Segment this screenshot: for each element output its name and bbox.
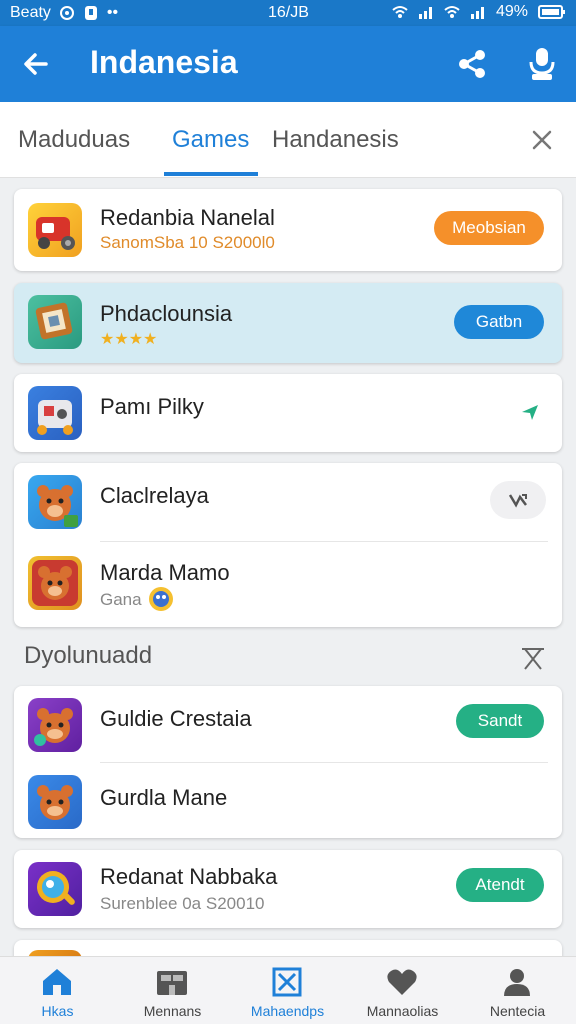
nav-home[interactable]: Hkas <box>0 957 115 1024</box>
active-tab-indicator <box>164 172 258 176</box>
item-name: Redanbia Nanelal <box>100 205 275 230</box>
action-button[interactable]: Meobsian <box>434 211 544 245</box>
home-icon <box>43 969 71 995</box>
carrier-label: Beaty <box>10 4 51 21</box>
bottom-navigation: Hkas Mennans Mahaendps Mannaolias Nentec… <box>0 956 576 1024</box>
nav-favorites[interactable]: Mannaolias <box>345 957 460 1024</box>
emoji-icon <box>149 587 173 611</box>
item-name: Gurdla Mane <box>100 785 228 810</box>
battery-icon <box>538 5 565 19</box>
list-item[interactable]: Redanbia Nanelal SanomSba 10 S2000l0 Meo… <box>14 189 562 271</box>
app-icon <box>28 775 82 829</box>
app-icon <box>28 295 82 349</box>
nav-label: Mahaendps <box>250 1003 325 1019</box>
signal-icon-2 <box>470 7 484 19</box>
close-icon[interactable] <box>530 128 554 152</box>
filter-icon[interactable] <box>520 646 546 672</box>
more-dots-icon: •• <box>106 4 119 21</box>
app-icon <box>28 556 82 610</box>
share-icon[interactable] <box>456 48 488 80</box>
list-item[interactable]: Pamı Pilky <box>14 374 562 452</box>
action-button[interactable]: Gatbn <box>454 305 544 339</box>
shuffle-icon <box>508 494 527 508</box>
list-card: Pamı Pilky <box>14 374 562 452</box>
tab-handanesis[interactable]: Handanesis <box>272 126 399 154</box>
app-icon <box>28 203 82 257</box>
item-name: Pamı Pilky <box>100 394 204 419</box>
section-title: Dyolunuadd <box>24 642 153 669</box>
signal-icon <box>418 7 432 19</box>
list-card-selected: Phdaclounsia ★★★★ Gatbn <box>14 283 562 363</box>
item-subtitle: SanomSba 10 S2000l0 <box>100 233 275 252</box>
list-item[interactable]: Marda Mamo Gana <box>14 542 562 627</box>
list-card: Guldie Crestaia Sandt Gurdla Mane <box>14 686 562 838</box>
list-item[interactable]: Redanat Nabbaka Surenblee 0a S20010 Aten… <box>14 850 562 928</box>
wifi-icon <box>392 6 408 18</box>
list-card: Redanat Nabbaka Surenblee 0a S20010 Aten… <box>14 850 562 928</box>
status-time: 16/JB <box>268 4 309 21</box>
status-bar: Beaty •• 16/JB 49% <box>0 0 576 26</box>
item-subtitle: Gana <box>100 590 142 609</box>
item-name: Guldie Crestaia <box>100 706 252 731</box>
list-card: Claclrelaya Marda Mamo Gana <box>14 463 562 627</box>
action-button[interactable]: Atendt <box>456 868 544 902</box>
app-bar: Indanesia <box>0 26 576 102</box>
list-item[interactable]: Guldie Crestaia Sandt <box>14 686 562 762</box>
nav-apps[interactable]: Mahaendps <box>230 957 345 1024</box>
app-icon <box>28 386 82 440</box>
microphone-icon[interactable] <box>526 46 558 82</box>
action-button[interactable]: Sandt <box>456 704 544 738</box>
person-icon <box>504 969 530 996</box>
send-arrow-icon[interactable] <box>520 402 540 422</box>
store-icon <box>157 971 187 995</box>
rating-stars: ★★★★ <box>100 331 158 348</box>
tab-maduduas[interactable]: Maduduas <box>18 126 130 154</box>
nav-store[interactable]: Mennans <box>115 957 230 1024</box>
list-item[interactable]: Gurdla Mane <box>14 763 562 838</box>
tab-bar: Maduduas Games Handanesis <box>0 102 576 178</box>
list-item[interactable]: Phdaclounsia ★★★★ Gatbn <box>14 283 562 363</box>
app-icon <box>28 698 82 752</box>
icon-button[interactable] <box>490 481 546 519</box>
nav-profile[interactable]: Nentecia <box>460 957 575 1024</box>
back-arrow-icon[interactable] <box>20 48 52 80</box>
item-name: Phdaclounsia <box>100 301 233 326</box>
item-name: Redanat Nabbaka <box>100 864 278 889</box>
box-x-icon <box>272 967 302 997</box>
item-subtitle: Surenblee 0a S20010 <box>100 894 265 913</box>
list-item[interactable]: Claclrelaya <box>14 463 562 541</box>
nav-label: Hkas <box>41 1003 74 1019</box>
page-title: Indanesia <box>90 44 238 80</box>
list-card: Redanbia Nanelal SanomSba 10 S2000l0 Meo… <box>14 189 562 271</box>
shield-icon <box>84 6 97 20</box>
wifi-icon-2 <box>444 6 460 18</box>
nav-label: Mennans <box>143 1003 202 1019</box>
heart-icon <box>387 969 417 995</box>
nav-label: Mannaolias <box>366 1003 439 1019</box>
item-name: Claclrelaya <box>100 483 209 508</box>
tab-games[interactable]: Games <box>172 126 249 154</box>
item-name: Marda Mamo <box>100 560 230 585</box>
battery-percent: 49% <box>495 3 528 20</box>
app-icon <box>28 862 82 916</box>
app-icon <box>28 475 82 529</box>
nav-label: Nentecia <box>489 1003 546 1019</box>
sync-icon <box>59 6 74 20</box>
